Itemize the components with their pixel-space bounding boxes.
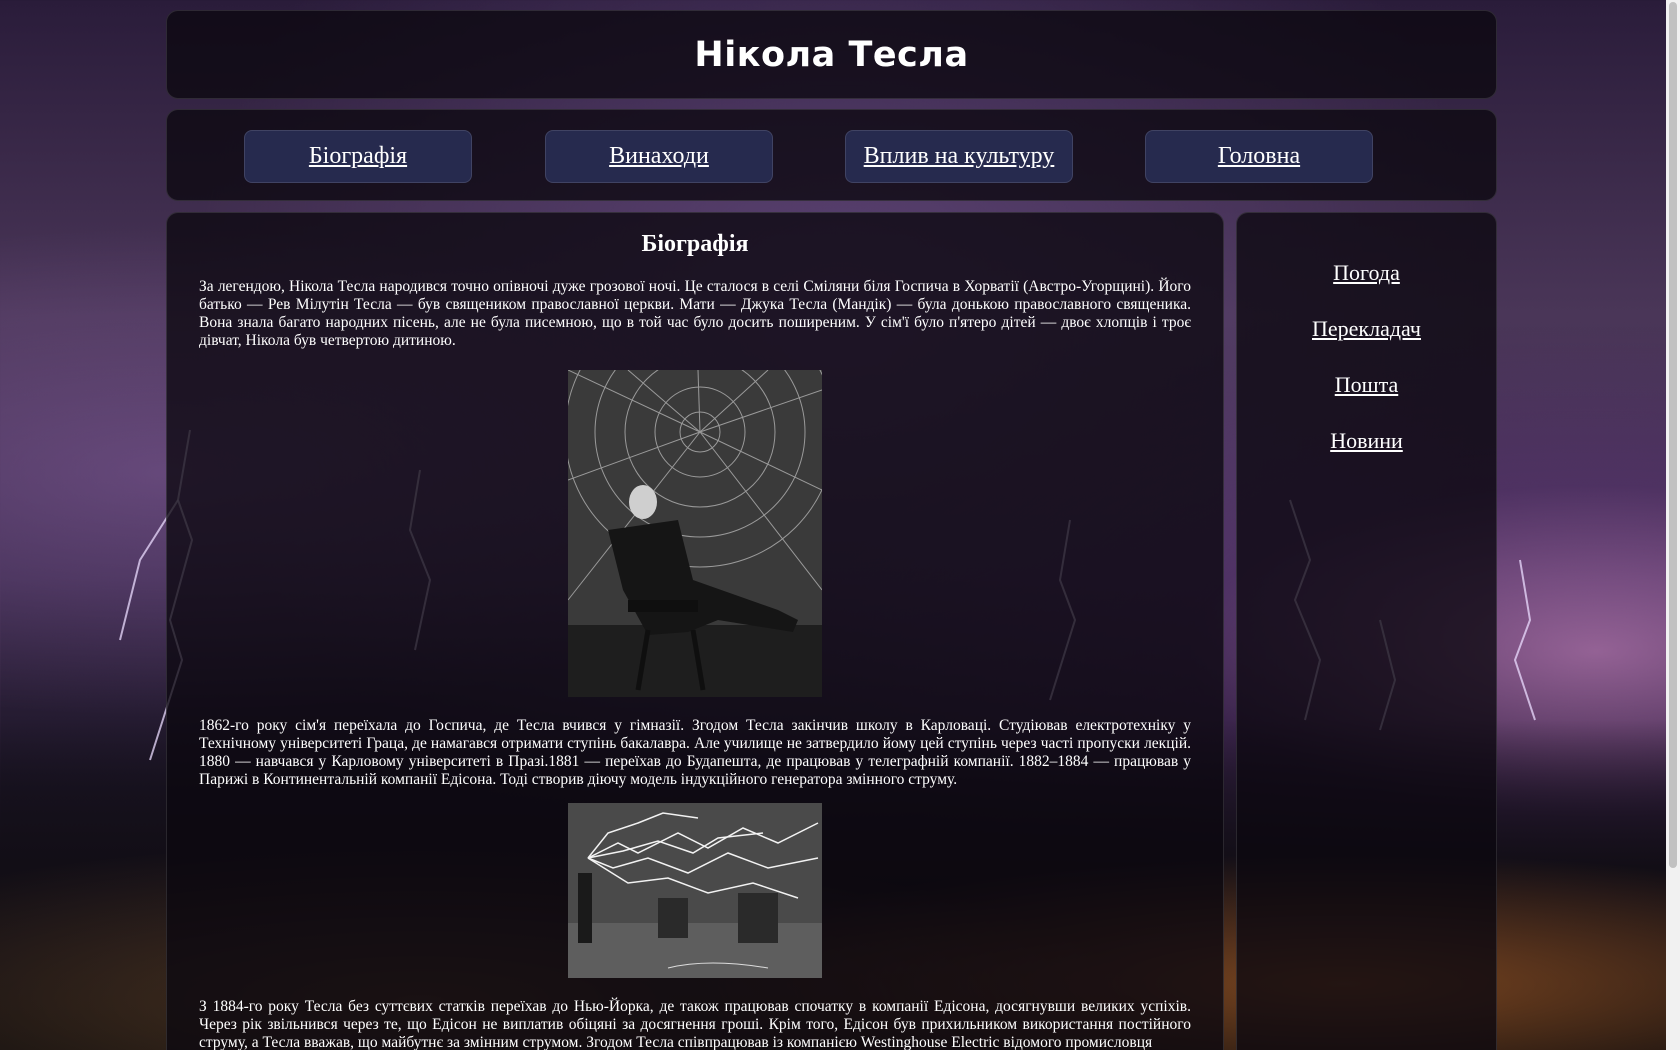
sidebar: Погода Перекладач Пошта Новини bbox=[1236, 212, 1497, 1050]
tesla-reading-photo bbox=[568, 370, 822, 697]
sidebar-translator-link[interactable]: Перекладач bbox=[1237, 316, 1496, 342]
nav-culture-influence-link[interactable]: Вплив на культуру bbox=[845, 130, 1073, 183]
section-title: Біографія bbox=[641, 231, 749, 257]
bio-paragraph-1: За легендою, Нікола Тесла народився точн… bbox=[199, 278, 1191, 349]
page-scrollbar[interactable] bbox=[1666, 0, 1680, 1050]
sidebar-news-link[interactable]: Новини bbox=[1237, 428, 1496, 454]
nav-biography-link[interactable]: Біографія bbox=[244, 130, 472, 183]
site-title: Нікола Тесла bbox=[694, 34, 969, 75]
sidebar-mail-link[interactable]: Пошта bbox=[1237, 372, 1496, 398]
scrollbar-thumb[interactable] bbox=[1669, 2, 1677, 868]
tesla-lab-sparks-photo bbox=[568, 803, 822, 978]
bio-paragraph-2: 1862-го року сім'я переїхала до Госпича,… bbox=[199, 717, 1191, 788]
sidebar-weather-link[interactable]: Погода bbox=[1237, 260, 1496, 286]
nav-home-link[interactable]: Головна bbox=[1145, 130, 1373, 183]
main-content: Біографія За легендою, Нікола Тесла наро… bbox=[166, 212, 1224, 1050]
site-header: Нікола Тесла bbox=[166, 10, 1497, 99]
bio-paragraph-3: З 1884-го року Тесла без суттєвих статкі… bbox=[199, 998, 1191, 1050]
top-nav: Біографія Винаходи Вплив на культуру Гол… bbox=[166, 109, 1497, 201]
nav-inventions-link[interactable]: Винаходи bbox=[545, 130, 773, 183]
